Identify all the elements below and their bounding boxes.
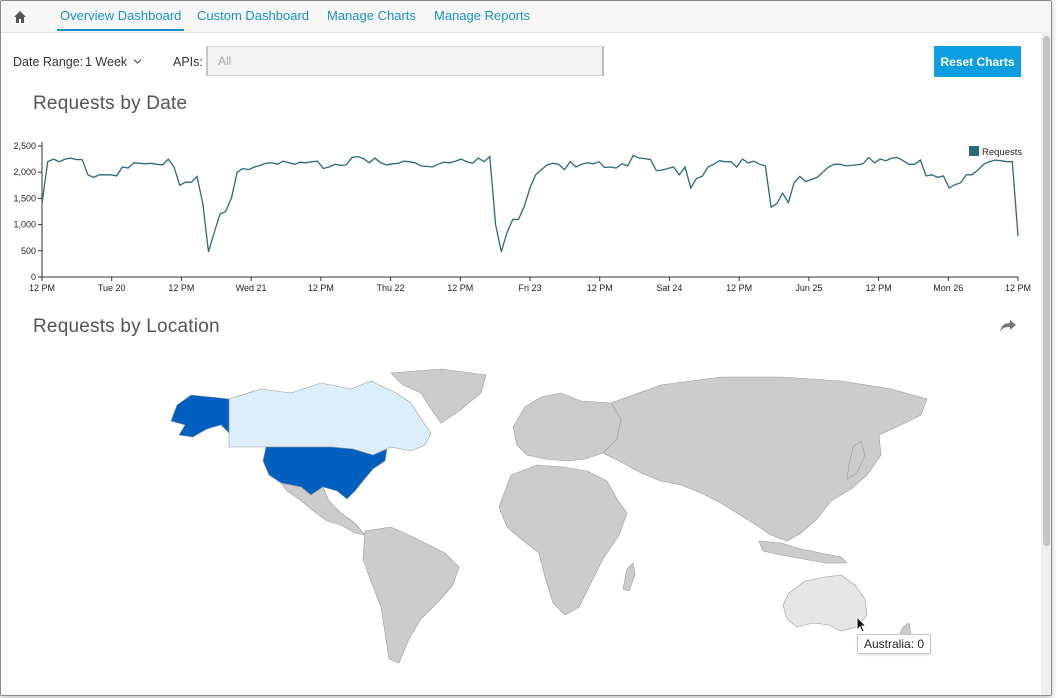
x-tick-label: Jun 25 <box>795 283 822 293</box>
share-arrow-icon[interactable] <box>999 319 1017 333</box>
map-indonesia[interactable] <box>758 540 848 564</box>
x-tick-label: Thu 22 <box>377 283 405 293</box>
x-tick-label: 12 PM <box>29 283 55 293</box>
map-asia[interactable] <box>602 376 928 542</box>
map-australia[interactable] <box>782 574 868 632</box>
map-tooltip: Australia: 0 <box>857 634 932 654</box>
app-window: Overview Dashboard Custom Dashboard Mana… <box>0 0 1052 696</box>
apis-label: APIs: <box>173 55 203 69</box>
x-tick-label: 12 PM <box>866 283 892 293</box>
top-nav: Overview Dashboard Custom Dashboard Mana… <box>1 1 1051 33</box>
legend-swatch <box>969 146 979 156</box>
date-range-label: Date Range: <box>13 55 84 69</box>
tab-manage-reports[interactable]: Manage Reports <box>434 8 530 23</box>
map-africa[interactable] <box>498 464 628 616</box>
requests-by-date-chart: 0 500 1,000 1,500 2,000 2,500 12 PM Tue 20 12 PM… <box>13 141 1031 293</box>
y-tick-label: 0 <box>31 272 36 282</box>
tab-custom-dashboard[interactable]: Custom Dashboard <box>197 8 309 23</box>
reset-charts-button[interactable]: Reset Charts <box>934 46 1021 77</box>
x-tick-label: Mon 26 <box>933 283 963 293</box>
apis-input[interactable] <box>206 46 604 76</box>
x-tick-label: Sat 24 <box>656 283 682 293</box>
x-tick-label: 12 PM <box>726 283 752 293</box>
x-tick-label: Wed 21 <box>236 283 267 293</box>
y-tick-label: 2,000 <box>13 167 36 177</box>
map-madagascar[interactable] <box>622 562 636 592</box>
y-tick-label: 1,000 <box>13 220 36 230</box>
legend-label: Requests <box>982 147 1022 158</box>
requests-by-location-title: Requests by Location <box>33 316 220 337</box>
requests-series-line <box>41 154 1019 252</box>
y-tick-label: 2,500 <box>13 141 36 151</box>
map-south-america[interactable] <box>362 526 460 664</box>
map-alaska[interactable] <box>170 394 230 438</box>
x-tick-label: Fri 23 <box>518 283 541 293</box>
x-tick-label: 12 PM <box>447 283 473 293</box>
y-tick-label: 500 <box>21 246 36 256</box>
map-canada[interactable] <box>228 380 432 456</box>
date-range-select[interactable]: 1 Week <box>85 55 127 69</box>
x-tick-label: 12 PM <box>1005 283 1031 293</box>
world-map <box>170 368 928 664</box>
requests-by-date-title: Requests by Date <box>33 93 188 114</box>
tab-manage-charts[interactable]: Manage Charts <box>327 8 416 23</box>
mouse-cursor-icon <box>856 616 868 633</box>
home-icon[interactable] <box>13 10 27 24</box>
scrollbar-thumb[interactable] <box>1043 36 1050 546</box>
tab-overview-dashboard[interactable]: Overview Dashboard <box>56 8 185 31</box>
x-tick-label: 12 PM <box>308 283 334 293</box>
x-tick-label: 12 PM <box>168 283 194 293</box>
x-tick-label: 12 PM <box>587 283 613 293</box>
y-tick-label: 1,500 <box>13 193 36 203</box>
chevron-down-icon[interactable] <box>133 58 142 65</box>
x-tick-label: Tue 20 <box>98 283 126 293</box>
